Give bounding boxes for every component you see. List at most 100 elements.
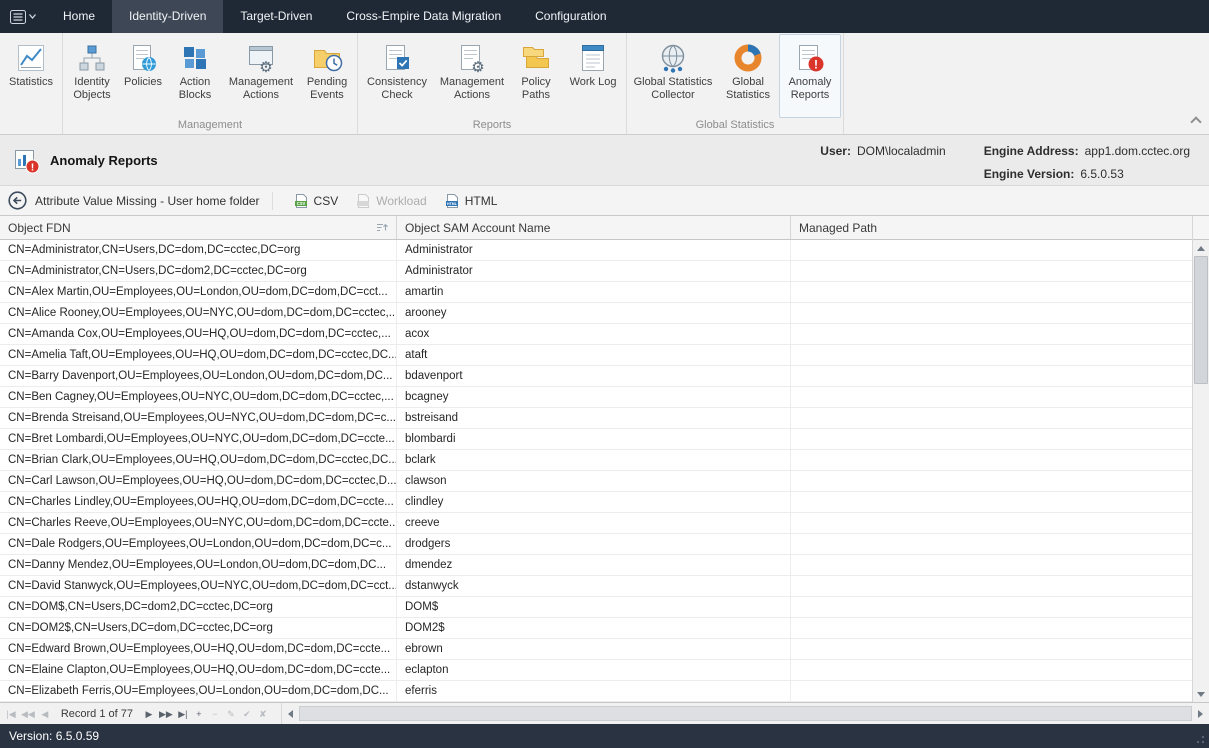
horizontal-scroll-thumb[interactable] — [299, 706, 1192, 721]
ribbon: Statistics Identity Objects — [0, 33, 1209, 135]
engine-address-label: Engine Address: — [984, 144, 1079, 158]
table-cell: CN=Carl Lawson,OU=Employees,OU=HQ,OU=dom… — [0, 471, 397, 491]
policies-icon — [127, 40, 159, 76]
table-row[interactable]: CN=David Stanwyck,OU=Employees,OU=NYC,OU… — [0, 576, 1192, 597]
statistics-icon — [15, 40, 47, 76]
table-cell — [791, 513, 1192, 533]
scroll-up-button[interactable] — [1193, 240, 1209, 256]
next-record-button[interactable]: ▶ — [141, 704, 157, 724]
table-row[interactable]: CN=Elizabeth Ferris,OU=Employees,OU=Lond… — [0, 681, 1192, 702]
table-cell: CN=DOM2$,CN=Users,DC=dom,DC=cctec,DC=org — [0, 618, 397, 638]
table-row[interactable]: CN=Elaine Clapton,OU=Employees,OU=HQ,OU=… — [0, 660, 1192, 681]
ribbon-item-management-actions[interactable]: ⚙ Management Actions — [223, 34, 299, 118]
tab-home[interactable]: Home — [46, 0, 112, 33]
table-row[interactable]: CN=Ben Cagney,OU=Employees,OU=NYC,OU=dom… — [0, 387, 1192, 408]
table-cell — [791, 303, 1192, 323]
table-row[interactable]: CN=Bret Lombardi,OU=Employees,OU=NYC,OU=… — [0, 429, 1192, 450]
scroll-down-button[interactable] — [1193, 686, 1209, 702]
export-html-button[interactable]: HTML HTML — [436, 189, 507, 213]
table-cell: CN=Elizabeth Ferris,OU=Employees,OU=Lond… — [0, 681, 397, 701]
table-row[interactable]: CN=Administrator,CN=Users,DC=dom,DC=ccte… — [0, 240, 1192, 261]
ribbon-item-policy-paths[interactable]: Policy Paths — [510, 34, 562, 118]
table-row[interactable]: CN=Charles Lindley,OU=Employees,OU=HQ,OU… — [0, 492, 1192, 513]
last-record-button[interactable]: ▶| — [175, 704, 191, 724]
triangle-right-icon — [1198, 710, 1203, 718]
ribbon-item-pending-events[interactable]: Pending Events — [299, 34, 355, 118]
table-row[interactable]: CN=Amelia Taft,OU=Employees,OU=HQ,OU=dom… — [0, 345, 1192, 366]
table-cell: CN=Charles Reeve,OU=Employees,OU=NYC,OU=… — [0, 513, 397, 533]
back-button[interactable]: Attribute Value Missing - User home fold… — [8, 191, 260, 210]
table-cell — [791, 681, 1192, 701]
prev-page-button: ◀◀ — [19, 704, 37, 724]
ribbon-item-anomaly-reports[interactable]: ! Anomaly Reports — [779, 34, 841, 118]
anomaly-reports-icon: ! — [794, 40, 826, 76]
tab-cross-empire-data-migration[interactable]: Cross-Empire Data Migration — [329, 0, 518, 33]
scroll-right-button[interactable] — [1192, 703, 1209, 724]
ribbon-item-work-log[interactable]: Work Log — [562, 34, 624, 118]
table-row[interactable]: CN=DOM2$,CN=Users,DC=dom,DC=cctec,DC=org… — [0, 618, 1192, 639]
tab-identity-driven[interactable]: Identity-Driven — [112, 0, 223, 33]
ribbon-item-global-statistics-collector[interactable]: Global Statistics Collector — [629, 34, 717, 118]
accept-edit-button: ✔ — [239, 704, 255, 724]
column-header-object-fdn[interactable]: Object FDN — [0, 216, 397, 239]
table-row[interactable]: CN=Dale Rodgers,OU=Employees,OU=London,O… — [0, 534, 1192, 555]
anomaly-reports-title-icon: ! — [13, 147, 40, 174]
navigator-back-buttons: |◀◀◀◀ — [3, 704, 53, 724]
edit-record-button: ✎ — [223, 704, 239, 724]
export-workload-button: Workload — [347, 189, 435, 213]
append-record-button[interactable]: + — [191, 704, 207, 724]
vertical-scroll-track[interactable] — [1193, 256, 1209, 686]
table-row[interactable]: CN=Brian Clark,OU=Employees,OU=HQ,OU=dom… — [0, 450, 1192, 471]
table-row[interactable]: CN=Administrator,CN=Users,DC=dom2,DC=cct… — [0, 261, 1192, 282]
collapse-ribbon-icon[interactable] — [1190, 116, 1201, 127]
table-row[interactable]: CN=Edward Brown,OU=Employees,OU=HQ,OU=do… — [0, 639, 1192, 660]
ribbon-item-consistency-check[interactable]: Consistency Check — [360, 34, 434, 118]
table-row[interactable]: CN=Alice Rooney,OU=Employees,OU=NYC,OU=d… — [0, 303, 1192, 324]
engine-version-value: 6.5.0.53 — [1080, 167, 1123, 181]
app-menu-icon — [10, 10, 26, 24]
column-header-label: Object SAM Account Name — [405, 221, 550, 235]
table-row[interactable]: CN=Barry Davenport,OU=Employees,OU=Londo… — [0, 366, 1192, 387]
ribbon-item-policies[interactable]: Policies — [119, 34, 167, 118]
application-menu-button[interactable] — [0, 0, 46, 33]
ribbon-item-label: Identity Objects — [68, 76, 116, 101]
table-cell: CN=Danny Mendez,OU=Employees,OU=London,O… — [0, 555, 397, 575]
next-page-button[interactable]: ▶▶ — [157, 704, 175, 724]
table-row[interactable]: CN=Charles Reeve,OU=Employees,OU=NYC,OU=… — [0, 513, 1192, 534]
table-row[interactable]: CN=DOM$,CN=Users,DC=dom2,DC=cctec,DC=org… — [0, 597, 1192, 618]
tab-configuration[interactable]: Configuration — [518, 0, 623, 33]
column-header-object-sam-account-name[interactable]: Object SAM Account Name — [397, 216, 791, 239]
ribbon-item-action-blocks[interactable]: Action Blocks — [167, 34, 223, 118]
scroll-left-button[interactable] — [282, 703, 299, 724]
table-row[interactable]: CN=Amanda Cox,OU=Employees,OU=HQ,OU=dom,… — [0, 324, 1192, 345]
svg-text:!: ! — [814, 58, 818, 72]
vertical-scroll-thumb[interactable] — [1194, 256, 1208, 384]
column-header-managed-path[interactable]: Managed Path — [791, 216, 1192, 239]
table-row[interactable]: CN=Brenda Streisand,OU=Employees,OU=NYC,… — [0, 408, 1192, 429]
ribbon-item-identity-objects[interactable]: Identity Objects — [65, 34, 119, 118]
svg-text:⚙: ⚙ — [259, 59, 272, 74]
table-cell: CN=Edward Brown,OU=Employees,OU=HQ,OU=do… — [0, 639, 397, 659]
tab-target-driven[interactable]: Target-Driven — [223, 0, 329, 33]
table-cell: DOM$ — [397, 597, 791, 617]
user-info: User:DOM\localadmin — [820, 144, 945, 158]
ribbon-group-label: Reports — [360, 118, 624, 134]
horizontal-scrollbar[interactable] — [281, 703, 1209, 724]
vertical-scrollbar[interactable] — [1192, 216, 1209, 702]
table-cell — [791, 345, 1192, 365]
table-row[interactable]: CN=Carl Lawson,OU=Employees,OU=HQ,OU=dom… — [0, 471, 1192, 492]
sort-ascending-icon — [375, 221, 388, 234]
triangle-up-icon — [1197, 246, 1205, 251]
table-row[interactable]: CN=Danny Mendez,OU=Employees,OU=London,O… — [0, 555, 1192, 576]
ribbon-item-management-actions-report[interactable]: ⚙ Management Actions — [434, 34, 510, 118]
export-csv-button[interactable]: CSV CSV — [285, 189, 348, 213]
table-cell: CN=Alice Rooney,OU=Employees,OU=NYC,OU=d… — [0, 303, 397, 323]
user-value: DOM\localadmin — [857, 144, 946, 158]
ribbon-item-global-statistics[interactable]: Global Statistics — [717, 34, 779, 118]
horizontal-scroll-track[interactable] — [299, 706, 1192, 721]
engine-version-info: Engine Version:6.5.0.53 — [984, 167, 1190, 181]
table-row[interactable]: CN=Alex Martin,OU=Employees,OU=London,OU… — [0, 282, 1192, 303]
ribbon-item-statistics[interactable]: Statistics — [2, 34, 60, 118]
table-cell: bclark — [397, 450, 791, 470]
record-navigator: |◀◀◀◀ Record 1 of 77 ▶▶▶▶|+−✎✔✘ — [0, 702, 1209, 724]
